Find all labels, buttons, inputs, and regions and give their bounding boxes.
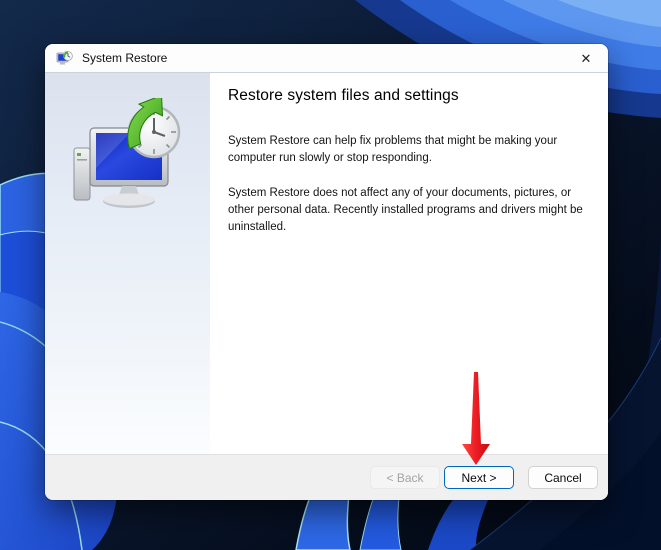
wizard-paragraph-2: System Restore does not affect any of yo…: [228, 186, 583, 234]
system-restore-small-icon: [56, 50, 73, 64]
system-restore-clock-icon: [73, 98, 180, 208]
wizard-content: Restore system files and settings System…: [210, 73, 608, 454]
system-restore-window: System Restore ✕ Restore system files an…: [45, 44, 608, 500]
back-button[interactable]: < Back: [370, 466, 440, 489]
next-button[interactable]: Next >: [444, 466, 514, 489]
titlebar[interactable]: System Restore ✕: [45, 44, 608, 73]
close-button[interactable]: ✕: [564, 44, 608, 73]
wizard-body: Restore system files and settings System…: [45, 73, 608, 454]
cancel-button[interactable]: Cancel: [528, 466, 598, 489]
wizard-paragraph-1: System Restore can help fix problems tha…: [228, 135, 558, 165]
wizard-sidebar: [45, 73, 210, 454]
close-icon: ✕: [580, 50, 592, 66]
desktop: { "desktop": { "wallpaper": "windows-11-…: [0, 0, 661, 550]
window-title: System Restore: [82, 51, 168, 65]
wizard-footer: < Back Next > Cancel: [45, 454, 608, 500]
wizard-heading: Restore system files and settings: [228, 87, 459, 104]
